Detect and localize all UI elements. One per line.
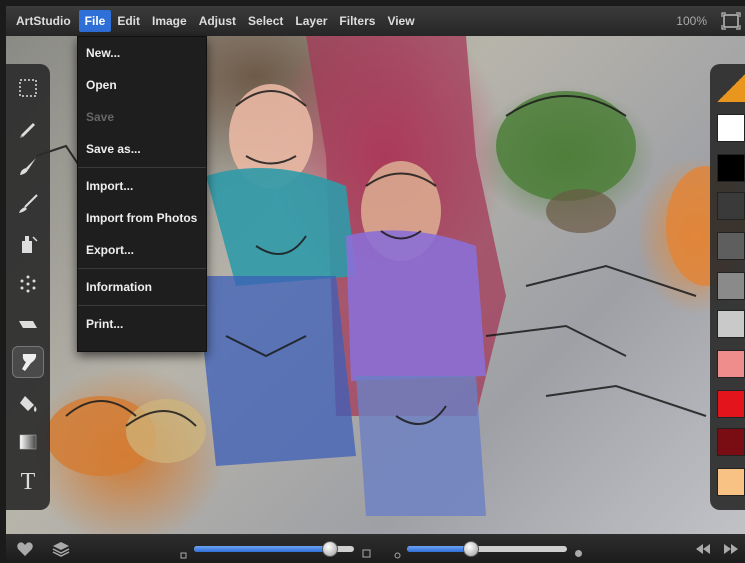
fast-forward-icon[interactable] bbox=[722, 540, 740, 558]
menu-item-new[interactable]: New... bbox=[78, 37, 206, 69]
menu-image[interactable]: Image bbox=[146, 10, 193, 32]
menu-layer[interactable]: Layer bbox=[289, 10, 333, 32]
menu-file[interactable]: File bbox=[78, 10, 112, 32]
gradient-tool-button[interactable] bbox=[12, 426, 44, 458]
menu-edit[interactable]: Edit bbox=[111, 10, 146, 32]
menu-item-import-from-photos[interactable]: Import from Photos bbox=[78, 202, 206, 234]
selection-icon bbox=[19, 79, 37, 97]
color-swatch-white[interactable] bbox=[717, 114, 745, 142]
opacity-min-icon bbox=[394, 546, 401, 559]
stamp-tool-button[interactable] bbox=[12, 228, 44, 260]
spray-icon bbox=[20, 275, 36, 293]
menu-divider bbox=[78, 167, 206, 168]
color-swatch-dark-red[interactable] bbox=[717, 428, 745, 456]
menu-divider bbox=[78, 268, 206, 269]
color-swatch-red[interactable] bbox=[717, 390, 745, 418]
smudge-tool-button[interactable] bbox=[12, 346, 44, 378]
brush-size-fill bbox=[194, 546, 330, 552]
menu-item-save-as[interactable]: Save as... bbox=[78, 133, 206, 165]
text-icon: T bbox=[20, 468, 36, 495]
brush-icon bbox=[20, 158, 36, 175]
brush-size-slider[interactable] bbox=[194, 541, 354, 557]
color-swatch-gray[interactable] bbox=[717, 232, 745, 260]
fill-bucket-icon bbox=[20, 396, 37, 412]
heart-icon[interactable] bbox=[16, 540, 34, 558]
spray-tool-button[interactable] bbox=[12, 268, 44, 300]
tool-palette: T bbox=[6, 64, 50, 510]
zoom-level: 100% bbox=[676, 14, 707, 28]
menu-filters[interactable]: Filters bbox=[333, 10, 381, 32]
menu-item-save: Save bbox=[86, 110, 115, 124]
color-swatch-pink[interactable] bbox=[717, 350, 745, 378]
opacity-knob[interactable] bbox=[463, 541, 479, 557]
color-swatch-orange[interactable] bbox=[717, 74, 745, 102]
menu-bar: ArtStudio File Edit Image Adjust Select … bbox=[6, 6, 745, 36]
opacity-max-icon bbox=[574, 545, 583, 557]
fill-bucket-tool-button[interactable] bbox=[12, 388, 44, 420]
brush-size-min-icon bbox=[180, 546, 187, 559]
stamp-icon bbox=[22, 236, 38, 253]
color-swatch-peach[interactable] bbox=[717, 468, 745, 496]
color-swatch-mid-gray[interactable] bbox=[717, 272, 745, 300]
pencil-tool-button[interactable] bbox=[12, 112, 44, 144]
color-swatch-dark-gray[interactable] bbox=[717, 192, 745, 220]
rewind-icon[interactable] bbox=[694, 540, 712, 558]
opacity-slider[interactable] bbox=[407, 541, 567, 557]
pencil-icon bbox=[20, 123, 35, 138]
menu-divider bbox=[78, 305, 206, 306]
color-palette bbox=[710, 64, 745, 510]
eraser-icon bbox=[19, 321, 37, 328]
file-menu-dropdown: New... Open Save Save as... Import... Im… bbox=[77, 36, 207, 352]
menu-item-import[interactable]: Import... bbox=[78, 170, 206, 202]
text-tool-button[interactable]: T bbox=[12, 466, 44, 498]
menu-item-print[interactable]: Print... bbox=[78, 308, 206, 340]
menu-select[interactable]: Select bbox=[242, 10, 289, 32]
menu-item-open[interactable]: Open bbox=[78, 69, 206, 101]
menu-item-export[interactable]: Export... bbox=[78, 234, 206, 266]
brush-size-knob[interactable] bbox=[322, 541, 338, 557]
color-swatch-black[interactable] bbox=[717, 154, 745, 182]
menu-view[interactable]: View bbox=[381, 10, 420, 32]
layers-icon[interactable] bbox=[52, 540, 70, 558]
fine-brush-icon bbox=[19, 194, 38, 213]
selection-tool-button[interactable] bbox=[12, 72, 44, 104]
menu-item-information[interactable]: Information bbox=[78, 271, 206, 303]
menu-adjust[interactable]: Adjust bbox=[193, 10, 242, 32]
gradient-icon bbox=[19, 434, 37, 450]
color-swatch-light-gray[interactable] bbox=[717, 310, 745, 338]
brush-tool-button[interactable] bbox=[12, 150, 44, 182]
bottom-bar bbox=[6, 534, 745, 563]
smudge-icon bbox=[22, 354, 37, 371]
eraser-tool-button[interactable] bbox=[12, 308, 44, 340]
brush-size-max-icon bbox=[362, 545, 371, 558]
fine-brush-tool-button[interactable] bbox=[12, 188, 44, 220]
app-name: ArtStudio bbox=[16, 14, 71, 28]
opacity-fill bbox=[407, 546, 471, 552]
fullscreen-icon[interactable] bbox=[721, 12, 741, 30]
